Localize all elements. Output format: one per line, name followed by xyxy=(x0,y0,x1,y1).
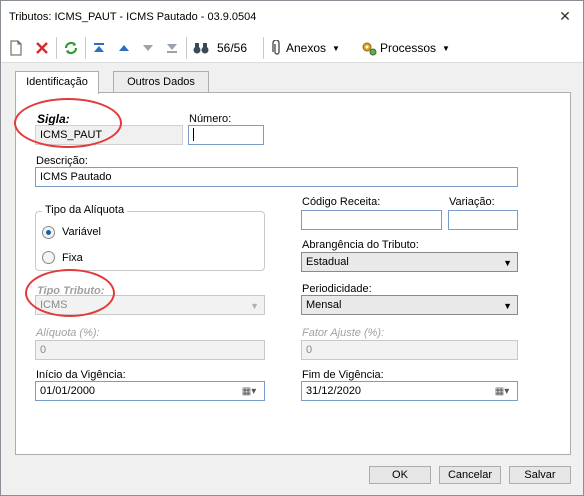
chevron-down-icon: ▼ xyxy=(332,43,340,53)
chevron-down-icon: ▼ xyxy=(503,258,512,268)
chevron-down-icon: ▼ xyxy=(250,301,259,311)
identificacao-panel: Sigla: ICMS_PAUT Número: Descrição: ICMS… xyxy=(14,92,571,455)
aliquota-label: Alíquota (%): xyxy=(36,327,100,339)
inicio-vigencia-value: 01/01/2000 xyxy=(40,385,96,397)
delete-icon xyxy=(36,42,48,54)
descricao-field[interactable]: ICMS Pautado xyxy=(35,167,518,187)
first-record-button[interactable] xyxy=(92,38,106,58)
record-counter: 56/56 xyxy=(217,41,248,55)
calendar-icon[interactable]: ▦▾ xyxy=(236,383,262,399)
next-record-button[interactable] xyxy=(141,38,155,58)
radio-fixa[interactable] xyxy=(42,251,55,264)
chevron-down-icon: ▼ xyxy=(503,301,512,311)
fator-ajuste-label: Fator Ajuste (%): xyxy=(302,327,385,339)
save-button[interactable]: Salvar xyxy=(509,466,571,484)
dialog-window: Tributos: ICMS_PAUT - ICMS Pautado - 03.… xyxy=(0,0,584,496)
new-record-button[interactable] xyxy=(9,38,23,58)
codigo-receita-field[interactable] xyxy=(301,210,442,230)
variacao-label: Variação: xyxy=(449,196,495,208)
title-bar: Tributos: ICMS_PAUT - ICMS Pautado - 03.… xyxy=(1,1,583,33)
refresh-button[interactable] xyxy=(63,38,79,58)
previous-record-button[interactable] xyxy=(117,38,131,58)
binoculars-icon xyxy=(193,43,209,54)
radio-fixa-label[interactable]: Fixa xyxy=(62,252,83,264)
processos-menu-button[interactable]: Processos ▼ xyxy=(361,38,450,58)
refresh-icon xyxy=(64,41,78,55)
chevron-down-icon: ▼ xyxy=(442,43,450,53)
inicio-vigencia-field[interactable]: 01/01/2000 ▦▾ xyxy=(35,381,265,401)
radio-variavel-label[interactable]: Variável xyxy=(62,226,101,238)
tipo-aliquota-title: Tipo da Alíquota xyxy=(42,204,128,216)
delete-record-button[interactable] xyxy=(35,38,49,58)
toolbar: 56/56 Anexos ▼ Processos ▼ xyxy=(1,33,583,63)
find-record-button[interactable]: 56/56 xyxy=(193,38,247,58)
tipo-aliquota-group: Tipo da Alíquota Variável Fixa xyxy=(35,204,265,271)
window-title: Tributos: ICMS_PAUT - ICMS Pautado - 03.… xyxy=(9,11,257,23)
abrangencia-value: Estadual xyxy=(306,256,349,268)
highlight-circle-sigla xyxy=(14,98,122,148)
fim-vigencia-value: 31/12/2020 xyxy=(306,385,362,397)
calendar-icon[interactable]: ▦▾ xyxy=(489,383,515,399)
cancel-button[interactable]: Cancelar xyxy=(439,466,501,484)
radio-variavel[interactable] xyxy=(42,226,55,239)
paperclip-icon xyxy=(272,40,280,55)
anexos-label: Anexos xyxy=(286,41,327,55)
ok-button[interactable]: OK xyxy=(369,466,431,484)
next-record-icon xyxy=(143,45,153,51)
gears-icon xyxy=(362,42,377,56)
periodicidade-label: Periodicidade: xyxy=(302,283,372,295)
fim-vigencia-label: Fim de Vigência: xyxy=(302,369,384,381)
last-record-icon xyxy=(167,44,177,53)
periodicidade-select[interactable]: Mensal ▼ xyxy=(301,295,518,315)
anexos-menu-button[interactable]: Anexos ▼ xyxy=(271,38,340,58)
fator-ajuste-field: 0 xyxy=(301,340,518,360)
inicio-vigencia-label: Início da Vigência: xyxy=(36,369,126,381)
aliquota-field: 0 xyxy=(35,340,265,360)
highlight-circle-tipo-tributo xyxy=(25,269,115,317)
close-icon[interactable]: ✕ xyxy=(557,8,573,24)
variacao-field[interactable] xyxy=(448,210,518,230)
new-document-icon xyxy=(10,40,22,56)
first-record-icon xyxy=(94,43,104,52)
tab-identificacao[interactable]: Identificação xyxy=(15,71,99,94)
abrangencia-label: Abrangência do Tributo: xyxy=(302,239,419,251)
codigo-receita-label: Código Receita: xyxy=(302,196,381,208)
last-record-button[interactable] xyxy=(165,38,179,58)
descricao-label: Descrição: xyxy=(36,155,88,167)
fim-vigencia-field[interactable]: 31/12/2020 ▦▾ xyxy=(301,381,518,401)
periodicidade-value: Mensal xyxy=(306,299,342,311)
previous-record-icon xyxy=(119,45,129,51)
tab-outros-dados[interactable]: Outros Dados xyxy=(113,71,209,93)
processos-label: Processos xyxy=(380,41,437,55)
numero-field[interactable] xyxy=(188,125,264,145)
abrangencia-select[interactable]: Estadual ▼ xyxy=(301,252,518,272)
text-cursor xyxy=(193,128,194,141)
numero-label: Número: xyxy=(189,113,232,125)
